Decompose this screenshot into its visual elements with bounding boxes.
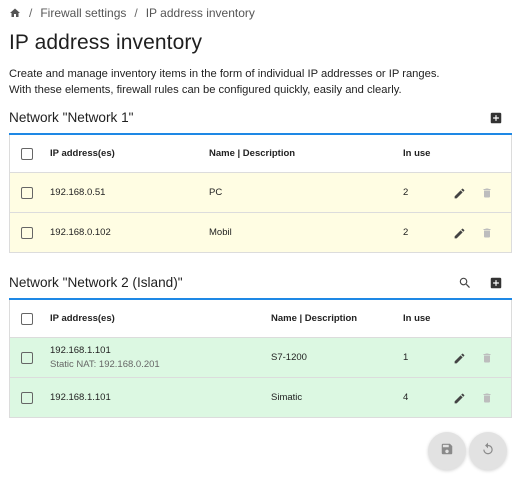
column-header-ip: IP address(es): [50, 148, 115, 159]
column-header-in-use: In use: [403, 313, 431, 324]
edit-icon[interactable]: [451, 350, 467, 366]
search-icon[interactable]: [457, 275, 473, 291]
table-row: 192.168.1.101 Simatic 4: [10, 377, 511, 417]
row-checkbox[interactable]: [21, 226, 33, 239]
table-row: 192.168.1.101 Static NAT: 192.168.0.201 …: [10, 337, 511, 377]
network-1-table: IP address(es) Name | Description In use…: [9, 135, 512, 253]
delete-icon[interactable]: [479, 225, 495, 241]
item-name: Mobil: [209, 227, 232, 238]
item-name: Simatic: [271, 392, 303, 403]
delete-icon[interactable]: [479, 185, 495, 201]
page-description: Create and manage inventory items in the…: [9, 67, 440, 98]
description-line-2: With these elements, firewall rules can …: [9, 83, 402, 96]
add-icon[interactable]: [488, 110, 504, 126]
column-header-name: Name | Description: [209, 148, 296, 159]
ip-address-cell: 192.168.1.101 Static NAT: 192.168.0.201: [50, 338, 160, 377]
in-use-count: 4: [403, 392, 409, 403]
reset-icon: [481, 442, 495, 461]
select-all-checkbox[interactable]: [21, 312, 33, 325]
row-checkbox[interactable]: [21, 186, 33, 199]
edit-icon[interactable]: [451, 390, 467, 406]
item-name: PC: [209, 187, 223, 198]
description-line-1: Create and manage inventory items in the…: [9, 68, 440, 80]
static-nat-note: Static NAT: 192.168.0.201: [50, 359, 160, 370]
add-icon[interactable]: [488, 275, 504, 291]
edit-icon[interactable]: [451, 225, 467, 241]
ip-address: 192.168.0.51: [50, 187, 106, 198]
ip-address: 192.168.1.101: [50, 345, 111, 356]
column-header-name: Name | Description: [271, 313, 358, 324]
in-use-count: 1: [403, 352, 409, 363]
item-name: S7-1200: [271, 352, 307, 363]
breadcrumb-separator: /: [134, 6, 138, 20]
network-1-title: Network "Network 1": [9, 110, 134, 125]
column-header-in-use: In use: [403, 148, 431, 159]
table-row: 192.168.0.51 PC 2: [10, 172, 511, 212]
save-button[interactable]: [428, 432, 466, 470]
ip-address: 192.168.1.101: [50, 392, 111, 403]
row-checkbox[interactable]: [21, 391, 33, 404]
delete-icon[interactable]: [479, 390, 495, 406]
breadcrumb-separator: /: [29, 6, 33, 20]
column-header-ip: IP address(es): [50, 313, 115, 324]
home-icon[interactable]: [9, 7, 21, 19]
edit-icon[interactable]: [451, 185, 467, 201]
table-header-row: IP address(es) Name | Description In use: [10, 135, 511, 172]
table-header-row: IP address(es) Name | Description In use: [10, 300, 511, 337]
breadcrumb-item-ip-address-inventory: IP address inventory: [145, 6, 255, 20]
reset-button[interactable]: [469, 432, 507, 470]
row-checkbox[interactable]: [21, 351, 33, 364]
delete-icon[interactable]: [479, 350, 495, 366]
save-icon: [440, 442, 454, 461]
network-2-table: IP address(es) Name | Description In use…: [9, 300, 512, 418]
in-use-count: 2: [403, 187, 409, 198]
table-row: 192.168.0.102 Mobil 2: [10, 212, 511, 252]
ip-address: 192.168.0.102: [50, 227, 111, 238]
network-2-title: Network "Network 2 (Island)": [9, 275, 183, 290]
select-all-checkbox[interactable]: [21, 147, 33, 160]
breadcrumb-item-firewall-settings[interactable]: Firewall settings: [40, 6, 126, 20]
breadcrumb: / Firewall settings / IP address invento…: [9, 6, 255, 20]
in-use-count: 2: [403, 227, 409, 238]
page-title: IP address inventory: [9, 31, 203, 54]
